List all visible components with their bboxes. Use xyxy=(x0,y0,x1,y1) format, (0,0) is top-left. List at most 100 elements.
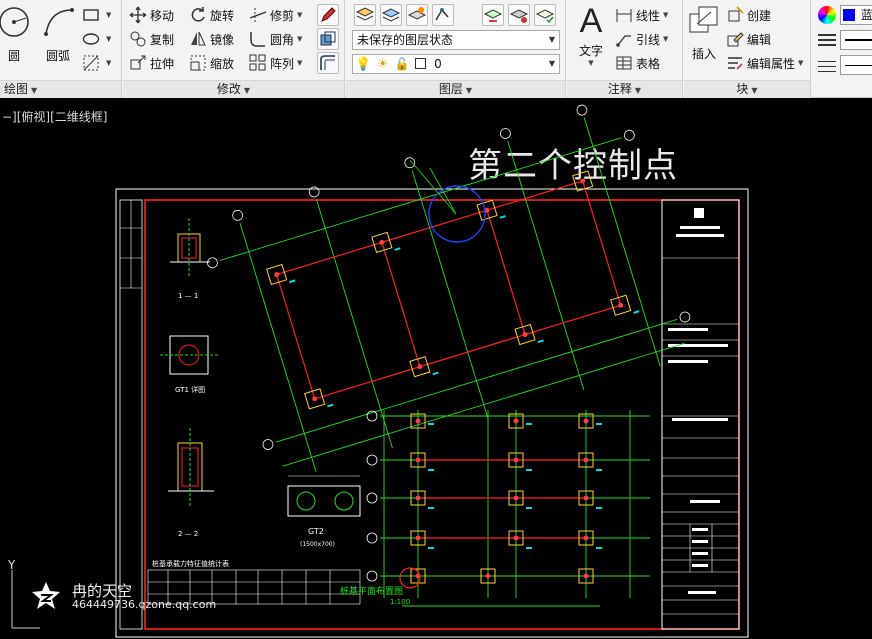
circle-label: 圆 xyxy=(7,49,20,63)
mirror-icon xyxy=(189,30,207,48)
copy-button[interactable]: 复制 xyxy=(129,30,174,48)
chevron-down-icon[interactable]: ▼ xyxy=(663,35,668,43)
annotation-panel: A 文字 ▼ 线性 ▼ 引线 ▼ 表格 注释 ▼ xyxy=(567,0,683,98)
binding-strip-lines xyxy=(120,200,142,289)
rectangle-button[interactable]: ▼ xyxy=(82,6,111,24)
layers-panel-label[interactable]: 图层 ▼ xyxy=(346,80,565,98)
drawing-viewport[interactable]: −][俯视][二维线框] 第二个控制点 1 — 1 GT1 详图 2 — 2 G… xyxy=(0,98,872,639)
layer-check-icon xyxy=(535,9,555,24)
leader-button[interactable]: 引线 ▼ xyxy=(615,30,668,48)
lightbulb-icon[interactable]: 💡 xyxy=(355,57,371,72)
properties-panel: 蓝 xyxy=(812,0,872,98)
stretch-button[interactable]: 拉伸 xyxy=(129,54,174,72)
edit-attributes-icon xyxy=(726,54,744,72)
linear-dimension-icon xyxy=(615,6,633,24)
color-swatch xyxy=(843,9,855,21)
linetype-icon[interactable] xyxy=(818,58,836,74)
hatch-button[interactable]: ▼ xyxy=(82,54,111,72)
rotated-plan xyxy=(207,104,691,472)
layer-arrows-icon xyxy=(483,9,503,22)
ellipse-icon xyxy=(82,30,100,48)
chevron-down-icon[interactable]: ▼ xyxy=(106,35,111,43)
layer-lock-icon xyxy=(509,9,529,23)
create-block-icon xyxy=(726,6,744,24)
offset-button[interactable] xyxy=(317,52,339,74)
edit-block-button[interactable]: 编辑 xyxy=(726,30,771,48)
chevron-down-icon[interactable]: ▼ xyxy=(106,59,111,67)
annotation-panel-label[interactable]: 注释 ▼ xyxy=(567,80,682,98)
current-layer-dropdown[interactable]: 💡 ☀ 🔓 0 ▼ xyxy=(352,54,560,74)
color-dropdown[interactable]: 蓝 xyxy=(840,5,872,25)
color-wheel-icon[interactable] xyxy=(818,6,836,24)
detail-section-2 xyxy=(168,428,214,508)
plan-title: 桩基平面布置图 xyxy=(340,585,403,597)
move-button[interactable]: 移动 xyxy=(129,6,174,24)
linetype-dropdown[interactable] xyxy=(840,55,872,75)
title-block-rows xyxy=(662,257,739,615)
cad-drawing[interactable]: 1 — 1 GT1 详图 2 — 2 GT2 (1500x700) 桩基承载力特… xyxy=(0,98,872,639)
array-icon xyxy=(249,54,267,72)
section-1-label: 1 — 1 xyxy=(178,292,198,300)
insert-block-icon xyxy=(689,6,718,33)
lineweight-icon[interactable] xyxy=(818,32,836,48)
arc-icon xyxy=(44,8,74,36)
ribbon: 圆 圆弧 ▼ ▼ ▼ 绘图 ▼ 移动 旋转 修剪 ▼ 复制 镜像 圆角 ▼ 拉伸… xyxy=(0,0,872,98)
fillet-button[interactable]: 圆角 ▼ xyxy=(249,30,302,48)
layer-match-button[interactable] xyxy=(380,4,402,26)
ellipse-button[interactable]: ▼ xyxy=(82,30,111,48)
layer-unisolate-button[interactable] xyxy=(534,4,556,26)
trim-icon xyxy=(249,6,267,24)
explode-icon xyxy=(320,31,336,46)
layer-off-button[interactable] xyxy=(432,4,454,26)
edit-attributes-button[interactable]: 编辑属性 ▼ xyxy=(726,54,803,72)
circle-button[interactable]: 圆 xyxy=(0,4,34,64)
arc-label: 圆弧 xyxy=(45,49,70,63)
copy-icon xyxy=(129,30,147,48)
layer-isolate-button[interactable] xyxy=(406,4,428,26)
layer-color-swatch[interactable] xyxy=(415,58,427,69)
chevron-down-icon[interactable]: ▼ xyxy=(663,11,668,19)
linear-dimension-button[interactable]: 线性 ▼ xyxy=(615,6,668,24)
plan-scale: 1:100 xyxy=(390,598,410,606)
erase-button[interactable] xyxy=(317,4,339,26)
layer-paint-icon xyxy=(407,7,427,20)
text-button[interactable]: A 文字 ▼ xyxy=(569,2,613,67)
array-button[interactable]: 阵列 ▼ xyxy=(249,54,302,72)
lineweight-dropdown[interactable] xyxy=(840,30,872,50)
chevron-down-icon[interactable]: ▼ xyxy=(297,11,302,19)
draw-panel-label[interactable]: 绘图 ▼ xyxy=(0,80,121,98)
chevron-down-icon[interactable]: ▼ xyxy=(106,11,111,19)
scale-button[interactable]: 缩放 xyxy=(189,54,234,72)
layer-properties-button[interactable] xyxy=(354,4,376,26)
explode-button[interactable] xyxy=(317,28,339,50)
arc-button[interactable]: 圆弧 xyxy=(38,4,78,64)
layer-freeze-button[interactable] xyxy=(482,4,504,26)
modify-panel: 移动 旋转 修剪 ▼ 复制 镜像 圆角 ▼ 拉伸 缩放 阵列 ▼ 修改 ▼ xyxy=(123,0,345,98)
unlock-icon[interactable]: 🔓 xyxy=(395,57,410,71)
insert-button[interactable]: 插入 xyxy=(684,4,724,62)
chevron-down-icon[interactable]: ▼ xyxy=(297,59,302,67)
move-icon xyxy=(129,6,147,24)
draw-panel: 圆 圆弧 ▼ ▼ ▼ 绘图 ▼ xyxy=(0,0,122,98)
rectangle-icon xyxy=(82,6,100,24)
section-2-label: 2 — 2 xyxy=(178,530,198,538)
modify-panel-label[interactable]: 修改 ▼ xyxy=(123,80,344,98)
trim-button[interactable]: 修剪 ▼ xyxy=(249,6,302,24)
rotate-button[interactable]: 旋转 xyxy=(189,6,234,24)
table-button[interactable]: 表格 xyxy=(615,54,660,72)
chevron-down-icon[interactable]: ▼ xyxy=(297,35,302,43)
detail-section-1 xyxy=(170,218,210,278)
offset-icon xyxy=(320,55,335,70)
layer-state-dropdown[interactable]: 未保存的图层状态 ▼ xyxy=(352,30,560,50)
sun-icon[interactable]: ☀ xyxy=(377,57,389,72)
mirror-button[interactable]: 镜像 xyxy=(189,30,234,48)
create-block-button[interactable]: 创建 xyxy=(726,6,771,24)
chevron-down-icon[interactable]: ▼ xyxy=(569,59,613,67)
ucs-icon xyxy=(11,570,40,629)
layers-icon xyxy=(355,7,375,21)
chevron-down-icon[interactable]: ▼ xyxy=(798,59,803,67)
layer-lock-button[interactable] xyxy=(508,4,530,26)
gt1-detail-label: GT1 详图 xyxy=(175,385,205,394)
block-panel-label[interactable]: 块 ▼ xyxy=(684,80,810,98)
chevron-down-icon: ▼ xyxy=(548,35,555,44)
